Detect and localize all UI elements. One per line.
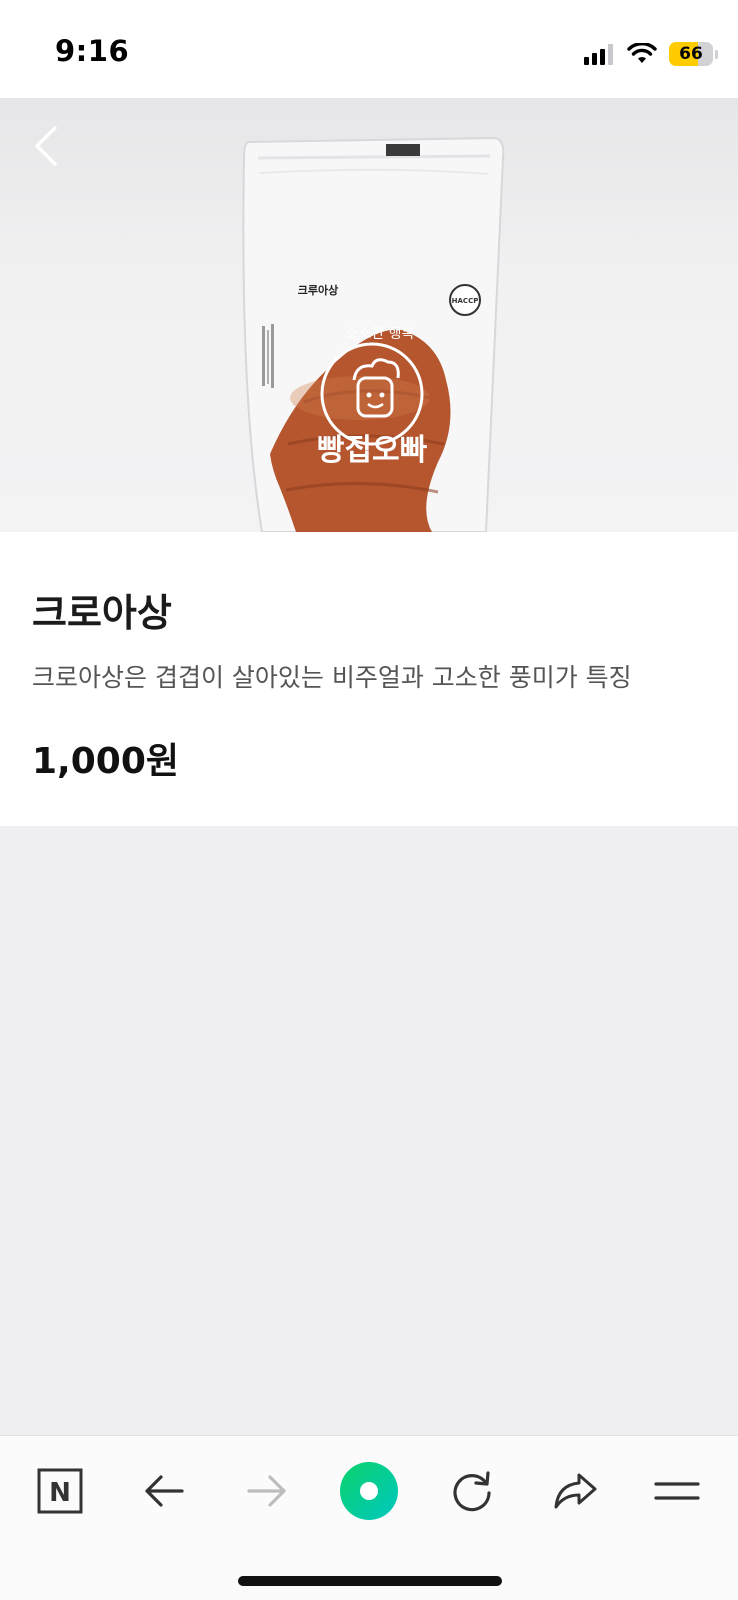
arrow-right-icon bbox=[247, 1475, 286, 1507]
back-button[interactable] bbox=[22, 118, 70, 174]
svg-text:HACCP: HACCP bbox=[452, 297, 479, 305]
battery-icon: 66 bbox=[669, 42, 713, 66]
cellular-signal-icon bbox=[584, 43, 613, 65]
naver-home-icon: N bbox=[37, 1468, 83, 1514]
home-indicator bbox=[238, 1576, 502, 1586]
package-label: 크루아상 bbox=[298, 283, 338, 297]
forward-nav-button[interactable] bbox=[232, 1456, 302, 1526]
logo-arc-text: 소소한 행복 bbox=[346, 326, 415, 342]
bag-side-print bbox=[262, 324, 274, 388]
wifi-icon bbox=[627, 43, 657, 63]
green-dot-icon bbox=[340, 1462, 398, 1520]
bag-seal bbox=[386, 144, 420, 156]
product-description: 크로아상은 겹겹이 살아있는 비주얼과 고소한 풍미가 특징 bbox=[32, 663, 632, 692]
chevron-left-icon bbox=[35, 126, 57, 166]
menu-icon bbox=[654, 1482, 700, 1500]
refresh-icon bbox=[453, 1471, 491, 1512]
product-info-card: 크로아상 크로아상은 겹겹이 살아있는 비주얼과 고소한 풍미가 특징 1,00… bbox=[0, 532, 738, 826]
product-name: 크로아상 bbox=[32, 591, 172, 635]
product-image: 소소한 행복 빵집오빠 크루아상 HACCP bbox=[0, 98, 738, 532]
share-button[interactable] bbox=[540, 1456, 610, 1526]
brand-text: 빵집오빠 bbox=[317, 433, 428, 468]
refresh-button[interactable] bbox=[437, 1456, 507, 1526]
battery-cap bbox=[715, 49, 718, 59]
status-bar: 9:16 66 bbox=[0, 0, 738, 98]
arrow-left-icon bbox=[145, 1475, 184, 1507]
back-nav-button[interactable] bbox=[129, 1456, 199, 1526]
menu-button[interactable] bbox=[642, 1456, 712, 1526]
svg-text:N: N bbox=[49, 1478, 71, 1508]
haccp-badge: HACCP bbox=[449, 284, 481, 316]
status-indicators: 66 bbox=[584, 40, 718, 68]
status-time: 9:16 bbox=[55, 34, 130, 68]
battery-level: 66 bbox=[679, 44, 703, 64]
naver-home-button[interactable]: N bbox=[25, 1456, 95, 1526]
share-icon bbox=[554, 1473, 597, 1509]
product-price: 1,000원 bbox=[32, 741, 179, 782]
green-dot-button[interactable] bbox=[334, 1456, 404, 1526]
croissant-package-illustration: 소소한 행복 빵집오빠 크루아상 HACCP bbox=[242, 136, 505, 532]
